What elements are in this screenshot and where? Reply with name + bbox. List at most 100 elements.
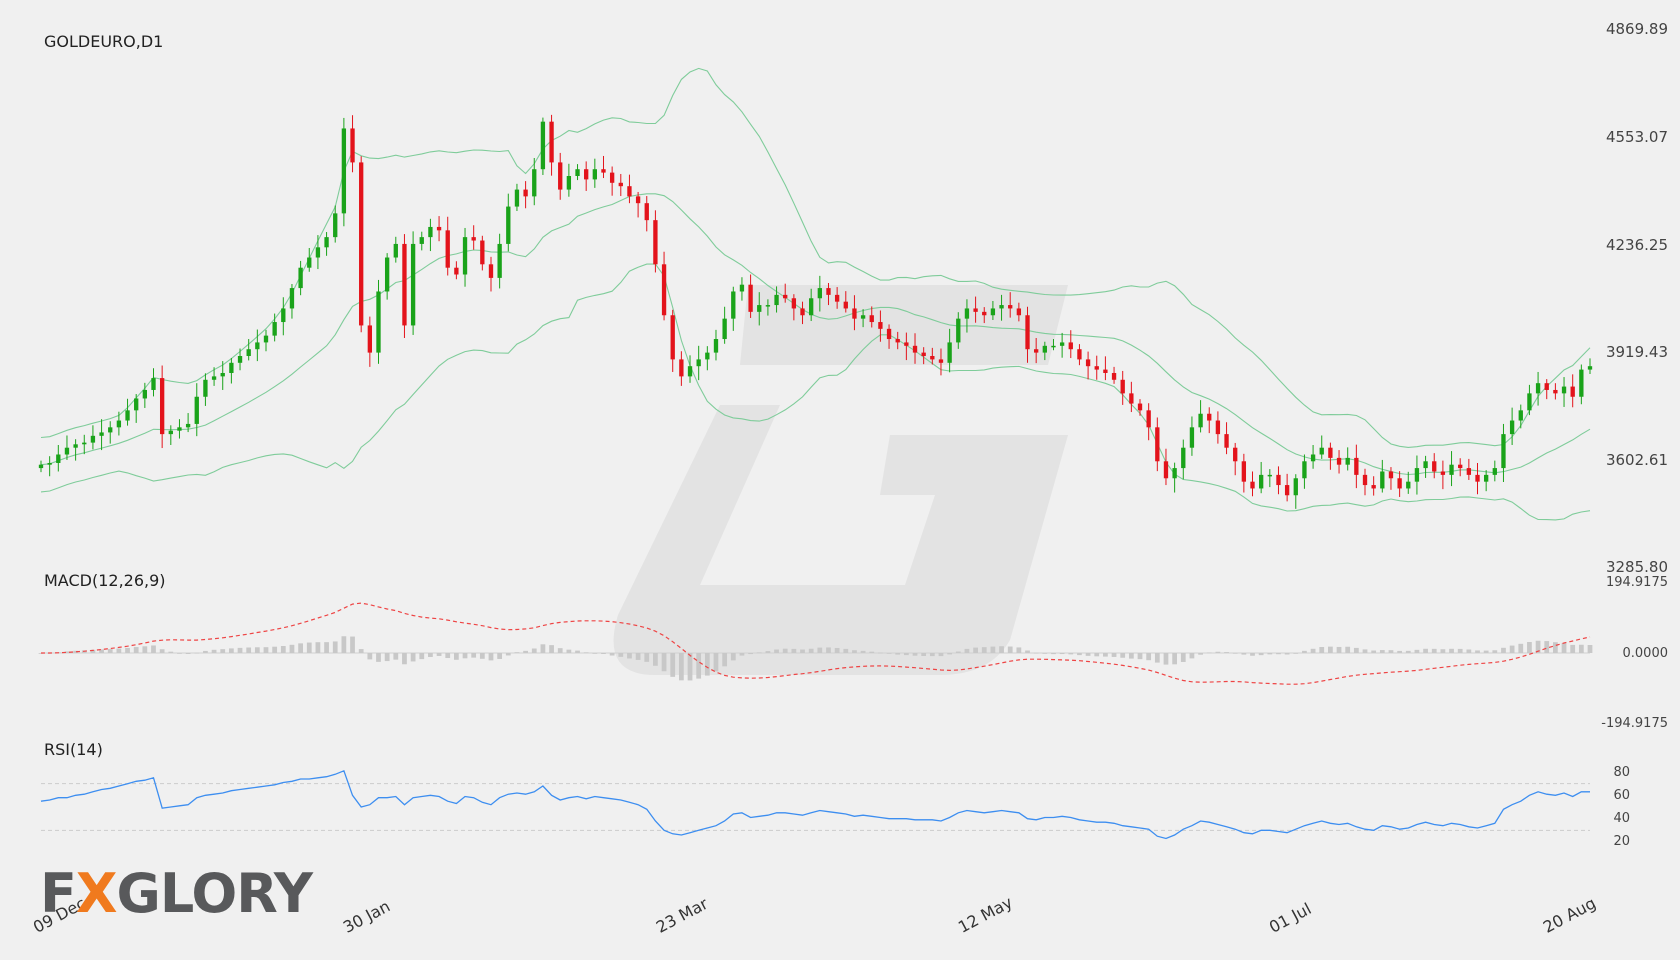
macd-histogram-bar [782,648,788,653]
macd-histogram-bar [453,653,459,660]
candle-body [1051,345,1056,348]
macd-histogram-bar [678,653,684,681]
candle-body [644,203,649,221]
candle-body [1181,447,1186,469]
macd-histogram-bar [1172,653,1178,665]
macd-histogram-bar [852,650,857,653]
macd-histogram-bar [497,653,503,659]
candle-body [1449,464,1454,475]
candle-body [1561,386,1567,394]
macd-histogram-bar [1509,645,1515,653]
macd-histogram-bar [704,653,710,676]
macd-histogram-bar [1232,652,1238,654]
macd-histogram-bar [1033,652,1039,654]
macd-histogram-bar [1224,652,1229,653]
macd-histogram-bar [549,645,554,653]
macd-histogram-bar [1440,649,1446,653]
candle-body [653,220,658,265]
logo-prefix: F [40,862,77,925]
candle-body [601,169,606,173]
macd-histogram-bar [1059,653,1065,655]
candle-body [1509,420,1515,435]
macd-histogram-bar [1527,642,1532,653]
macd-histogram-bar [1518,643,1524,653]
macd-histogram-bar [1241,653,1247,655]
watermark-shape [613,405,1068,675]
candle-body [696,359,701,367]
macd-histogram-bar [514,652,520,653]
candle-body [272,322,277,336]
rsi-tick: 40 [1613,811,1630,826]
candle-body [618,182,623,187]
candle-body [1215,420,1221,435]
macd-histogram-bar [1137,653,1143,660]
candle-body [428,226,433,238]
macd-histogram-bar [402,653,407,665]
candle-body [558,162,563,190]
macd-histogram-bar [1423,648,1428,653]
macd-histogram-bar [263,647,269,653]
macd-histogram-bar [410,653,416,662]
macd-histogram-bar [1570,644,1576,653]
macd-histogram-bar [168,651,174,653]
logo-accent: X [75,862,118,925]
candle-body [159,378,165,435]
chart-canvas [38,67,1593,840]
macd-histogram-bar [592,653,598,654]
macd-histogram-bar [635,653,641,660]
candle-body [1371,485,1376,489]
candle-body [73,444,78,448]
macd-histogram-bar [644,653,650,662]
candle-body [584,169,589,180]
candle-body [1466,468,1472,475]
candle-body [315,247,321,258]
price-tick: 3919.43 [1605,343,1668,361]
candle-body [246,349,251,357]
candle-body [1354,457,1359,475]
candle-body [56,454,61,463]
candle-body [609,172,615,183]
macd-histogram-bar [730,653,736,661]
candle-body [956,318,961,343]
macd-histogram-bar [774,649,779,653]
candle-body [1423,461,1428,469]
macd-histogram-bar [1319,646,1325,653]
candle-body [1034,349,1039,353]
candle-body [1319,447,1324,455]
candle-body [134,398,139,411]
candle-body [705,352,710,360]
macd-histogram-bar [1128,653,1134,659]
candle-body [713,339,719,353]
macd-histogram-bar [860,650,866,653]
candle-body [1483,474,1489,482]
macd-histogram-bar [895,653,901,655]
macd-histogram-bar [912,653,918,656]
candle-body [1094,366,1099,370]
macd-histogram-bar [1250,653,1255,656]
macd-histogram-bar [1189,653,1195,659]
macd-histogram-bar [955,651,961,653]
candle-body [1527,393,1532,411]
macd-histogram-bar [1483,650,1489,653]
watermark-shape [740,285,1068,365]
macd-histogram-bar [1492,650,1498,653]
candle-body [930,356,935,360]
candle-body [523,189,528,197]
price-tick: 3285.80 [1605,558,1668,576]
macd-histogram-bar [1336,646,1342,653]
candle-body [177,427,182,431]
macd-histogram-bar [1146,653,1152,661]
candle-body [497,243,502,278]
macd-histogram-bar [627,653,632,659]
macd-histogram-bar [1587,644,1593,653]
macd-histogram-bar [1068,653,1074,655]
macd-histogram-bar [1302,650,1307,653]
macd-histogram-bar [575,650,580,653]
candle-body [454,267,459,275]
candle-body [1155,427,1160,462]
candle-body [359,162,364,326]
macd-histogram-bar [479,653,485,659]
candle-body [1492,468,1497,475]
candle-body [843,301,848,309]
price-tick: 4553.07 [1605,128,1668,146]
